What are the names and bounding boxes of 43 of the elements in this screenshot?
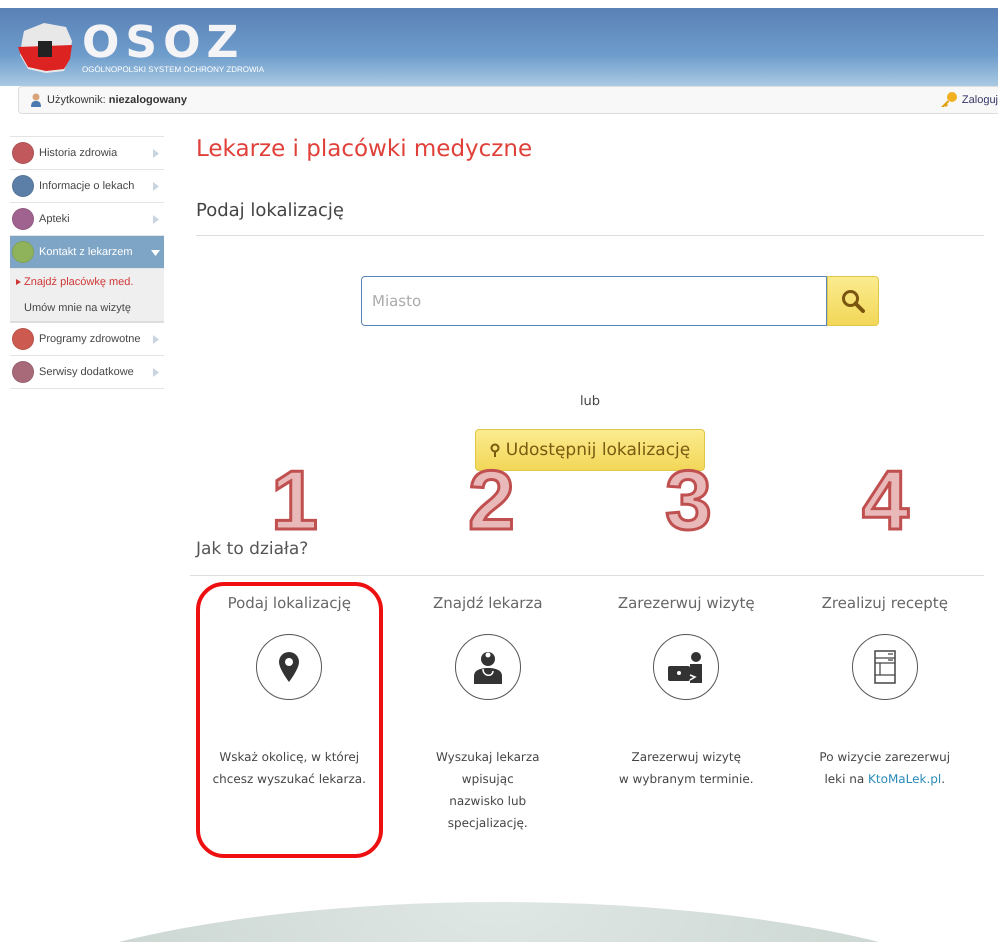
person-laptop-icon (668, 651, 704, 683)
user-status: Użytkownik: niezalogowany (47, 94, 187, 106)
caret-down-icon (151, 248, 160, 256)
document-icon (874, 650, 896, 684)
search-button[interactable] (827, 276, 879, 326)
key-icon (940, 92, 958, 108)
ktomalek-link[interactable]: KtoMaLek.pl (868, 772, 942, 786)
caret-right-icon (151, 182, 160, 190)
city-search-field[interactable]: Miasto (361, 276, 827, 326)
page-title: Lekarze i placówki medyczne (196, 136, 534, 162)
search-icon (841, 289, 865, 313)
sidebar-item[interactable]: Serwisy dodatkowe (10, 356, 164, 389)
or-text: lub (578, 394, 602, 409)
step-number-annotation: 1 (271, 465, 318, 535)
section-heading: Jak to działa? (196, 539, 310, 559)
step-title: Podaj lokalizację (228, 594, 351, 612)
step-description: Zarezerwuj wizytę w wybranym terminie. (618, 749, 754, 788)
step-description: Wskaż okolicę, w której chcesz wyszukać lekarza. (212, 749, 366, 788)
share-location-button[interactable]: Udostępnij lokalizację (474, 429, 706, 471)
step-title: Zarezerwuj wizytę (618, 594, 755, 612)
step-title: Zrealizuj receptę (822, 594, 948, 612)
sidebar-item[interactable]: Programy zdrowotne (10, 323, 164, 356)
caret-right-icon (151, 214, 160, 224)
sidebar-item[interactable]: Historia zdrowia (10, 137, 164, 170)
section-heading: Podaj lokalizację (196, 200, 346, 221)
step-description: Wyszukaj lekarza wpisując nazwisko lub specjalizację. (436, 749, 540, 832)
caret-right-icon (151, 334, 160, 344)
login-link[interactable]: Zaloguj (940, 92, 998, 108)
caret-right-icon (151, 368, 160, 376)
step-title: Znajdź lekarza (432, 594, 543, 612)
submenu-item[interactable]: Znajdź placówkę med. (10, 269, 164, 295)
logo-text: OSOZ (82, 20, 244, 64)
step-number-annotation: 4 (862, 465, 909, 535)
location-icon (490, 443, 500, 457)
submenu-item[interactable]: Umów mnie na wizytę (10, 295, 164, 321)
map-pin-icon (279, 652, 300, 682)
caret-right-icon (151, 148, 160, 158)
logo-subtitle: OGÓLNOPOLSKI SYSTEM OCHRONY ZDROWIA (82, 64, 264, 74)
user-icon (31, 93, 41, 107)
step-description: Po wizycie zarezerwuj leki na KtoMaLek.pl. (819, 749, 950, 788)
sidebar-item[interactable]: Informacje o lekach (10, 170, 164, 203)
doctor-icon (472, 650, 504, 684)
bullet-icon (16, 279, 21, 285)
